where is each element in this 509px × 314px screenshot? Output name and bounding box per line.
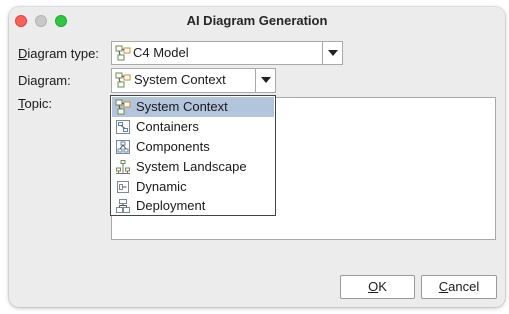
diagram-dropdown-button[interactable] <box>255 69 275 92</box>
dynamic-icon <box>117 181 129 193</box>
diagram-type-dropdown-button[interactable] <box>322 42 342 64</box>
topic-label: Topic: <box>18 96 52 111</box>
dropdown-item-label: Components <box>136 139 210 154</box>
diagram-value: System Context <box>134 72 226 87</box>
dropdown-item-label: System Landscape <box>136 159 247 174</box>
dropdown-item-label: Dynamic <box>136 179 187 194</box>
dropdown-item-label: Containers <box>136 119 199 134</box>
dropdown-item-label: Deployment <box>136 198 206 213</box>
window-title: AI Diagram Generation <box>186 13 328 28</box>
diagram-type-value: C4 Model <box>133 45 189 60</box>
dropdown-item-deployment[interactable]: Deployment <box>112 196 274 216</box>
ok-button[interactable]: OK <box>340 275 415 299</box>
system-context-icon <box>115 99 131 115</box>
diagram-combo[interactable]: System Context <box>111 68 276 93</box>
containers-icon <box>116 120 130 134</box>
diagram-type-label: Diagram type: <box>18 46 99 61</box>
dropdown-item-dynamic[interactable]: Dynamic <box>112 177 274 197</box>
diagram-type-combo[interactable]: C4 Model <box>111 41 343 65</box>
title-bar[interactable]: AI Diagram Generation <box>9 7 505 35</box>
topic-label-text: opic: <box>24 96 52 111</box>
diagram-label: Diagram: <box>18 73 71 88</box>
dropdown-item-system-landscape[interactable]: System Landscape <box>112 157 274 177</box>
components-icon <box>116 140 130 154</box>
diagram-dropdown-list: System Context Containers Components Sys… <box>110 95 276 216</box>
system-context-icon <box>115 72 131 88</box>
dropdown-item-system-context[interactable]: System Context <box>112 97 274 117</box>
cancel-button-text: ancel <box>448 279 480 294</box>
diagram-type-label-text: iagram type: <box>27 46 99 61</box>
c4-model-icon <box>115 45 131 61</box>
ok-button-mnemonic: O <box>368 279 379 294</box>
cancel-button[interactable]: Cancel <box>421 275 497 299</box>
dropdown-item-containers[interactable]: Containers <box>112 117 274 137</box>
dropdown-item-components[interactable]: Components <box>112 137 274 157</box>
diagram-type-label-mnemonic: D <box>18 46 28 61</box>
chevron-down-icon <box>328 50 338 56</box>
deployment-icon <box>116 199 130 213</box>
chevron-down-icon <box>261 77 271 83</box>
dropdown-item-label: System Context <box>136 99 228 114</box>
ok-button-text: K <box>378 279 387 294</box>
dialog-window: AI Diagram Generation Diagram type: C4 M… <box>9 7 505 307</box>
system-landscape-icon <box>116 160 130 174</box>
cancel-button-mnemonic: C <box>438 279 449 294</box>
